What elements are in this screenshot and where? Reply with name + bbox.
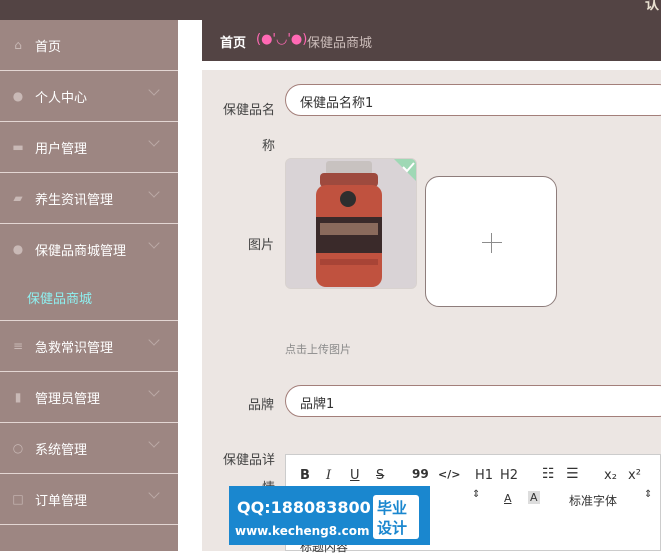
upload-hint: 点击上传图片 (285, 343, 351, 356)
breadcrumb-emoticon: (●'◡'●) (256, 32, 308, 47)
image-field-label: 图片 (248, 238, 275, 253)
bar-chart-icon: ▮ (14, 390, 22, 404)
sidebar-item-label: 管理员管理 (35, 392, 101, 407)
image-upload-button[interactable] (425, 176, 557, 307)
sidebar: ⌂ 首页 ● 个人中心 ▬ 用户管理 ▰ 养生资讯管理 ● 保健品商城管理 保健… (0, 20, 178, 551)
watermark-badge-line2: 设计 (377, 519, 408, 537)
sidebar-item-user-management[interactable]: ▬ 用户管理 (0, 122, 178, 173)
chevron-down-icon (148, 487, 160, 499)
font-color-icon[interactable]: A (504, 492, 512, 505)
h1-button[interactable]: H1 (475, 468, 493, 483)
plus-icon (482, 242, 502, 243)
chevron-down-icon (148, 84, 160, 96)
name-input-value: 保健品名称1 (300, 96, 374, 111)
name-field-label: 保健品名称 (222, 103, 275, 154)
superscript-button[interactable]: x² (628, 468, 641, 483)
supplement-bottle-image (286, 159, 416, 288)
home-icon: ⌂ (14, 38, 22, 52)
sidebar-item-label: 个人中心 (35, 91, 88, 106)
edit-form: 保健品名称 保健品名称1 图片 点击上传图片 品牌 品牌1 保健品详情 B I … (202, 70, 661, 554)
underline-button[interactable]: U (350, 468, 360, 483)
chevron-down-icon (148, 436, 160, 448)
breadcrumb-current: 保健品商城 (307, 36, 373, 51)
sidebar-item-health-news[interactable]: ▰ 养生资讯管理 (0, 173, 178, 224)
document-icon: □ (12, 492, 24, 506)
brand-field-label: 品牌 (248, 398, 275, 413)
monitor-icon: ▬ (12, 140, 24, 154)
strike-button[interactable]: S (376, 468, 384, 483)
brand-input-value: 品牌1 (300, 397, 335, 412)
brand-input[interactable]: 品牌1 (285, 385, 661, 417)
watermark-badge: 毕业 设计 (373, 495, 419, 539)
font-dropdown-icon[interactable]: ⇕ (644, 489, 652, 500)
watermark-badge-line1: 毕业 (377, 499, 408, 517)
sidebar-item-system-management[interactable]: ○ 系统管理 (0, 423, 178, 474)
sidebar-item-label: 养生资讯管理 (35, 193, 114, 208)
sidebar-item-label: 系统管理 (35, 443, 88, 458)
sidebar-item-label: 保健品商城管理 (35, 244, 127, 259)
plus-icon-vertical (491, 233, 492, 253)
product-image-thumbnail[interactable] (285, 158, 417, 289)
sidebar-subitem-label: 保健品商城 (27, 292, 93, 307)
breadcrumb: 首页 (●'◡'●) 保健品商城 (202, 20, 661, 61)
user-icon: ● (12, 89, 24, 103)
chevron-down-icon (148, 334, 160, 346)
chevron-down-icon (148, 186, 160, 198)
quote-button[interactable]: 99 (412, 467, 429, 481)
italic-button[interactable]: I (326, 468, 331, 483)
breadcrumb-home[interactable]: 首页 (220, 32, 246, 51)
gear-icon: ○ (12, 441, 24, 455)
sidebar-gutter (178, 20, 202, 551)
sidebar-item-personal-center[interactable]: ● 个人中心 (0, 71, 178, 122)
watermark-qq: QQ:188083800 (237, 498, 371, 517)
sidebar-item-label: 急救常识管理 (35, 341, 114, 356)
sidebar-item-home[interactable]: ⌂ 首页 (0, 20, 178, 71)
code-button[interactable]: </> (438, 468, 460, 481)
sidebar-item-first-aid[interactable]: ≡ 急救常识管理 (0, 321, 178, 372)
chevron-down-icon (148, 135, 160, 147)
bold-button[interactable]: B (300, 468, 310, 483)
sidebar-item-order-management[interactable]: □ 订单管理 (0, 474, 178, 525)
sidebar-item-label: 用户管理 (35, 142, 88, 157)
chevron-down-icon (148, 237, 160, 249)
chevron-down-icon (148, 385, 160, 397)
size-dropdown-icon[interactable]: ⇕ (472, 489, 480, 500)
bullet-list-icon[interactable]: ☰ (566, 466, 579, 482)
sidebar-subitem-mall[interactable]: 保健品商城 (0, 288, 178, 321)
sidebar-item-label: 首页 (35, 40, 62, 55)
topbar-text: 认 (645, 0, 659, 13)
h2-button[interactable]: H2 (500, 468, 518, 483)
watermark-url: www.kecheng8.com (235, 524, 370, 538)
ordered-list-icon[interactable]: ☷ (542, 466, 555, 482)
sidebar-item-admin-management[interactable]: ▮ 管理员管理 (0, 372, 178, 423)
list-icon: ≡ (12, 339, 24, 353)
top-bar: 认 (0, 0, 661, 20)
background-color-icon[interactable]: A (528, 491, 540, 504)
sidebar-item-label: 订单管理 (35, 494, 88, 509)
font-family-select[interactable]: 标准字体 (569, 492, 617, 509)
name-input[interactable]: 保健品名称1 (285, 84, 661, 116)
car-icon: ▰ (13, 191, 23, 205)
watermark-banner: QQ:188083800 www.kecheng8.com 毕业 设计 (229, 486, 430, 545)
sidebar-item-mall-management[interactable]: ● 保健品商城管理 (0, 224, 178, 288)
subscript-button[interactable]: x₂ (604, 468, 617, 483)
user-icon: ● (12, 242, 24, 256)
